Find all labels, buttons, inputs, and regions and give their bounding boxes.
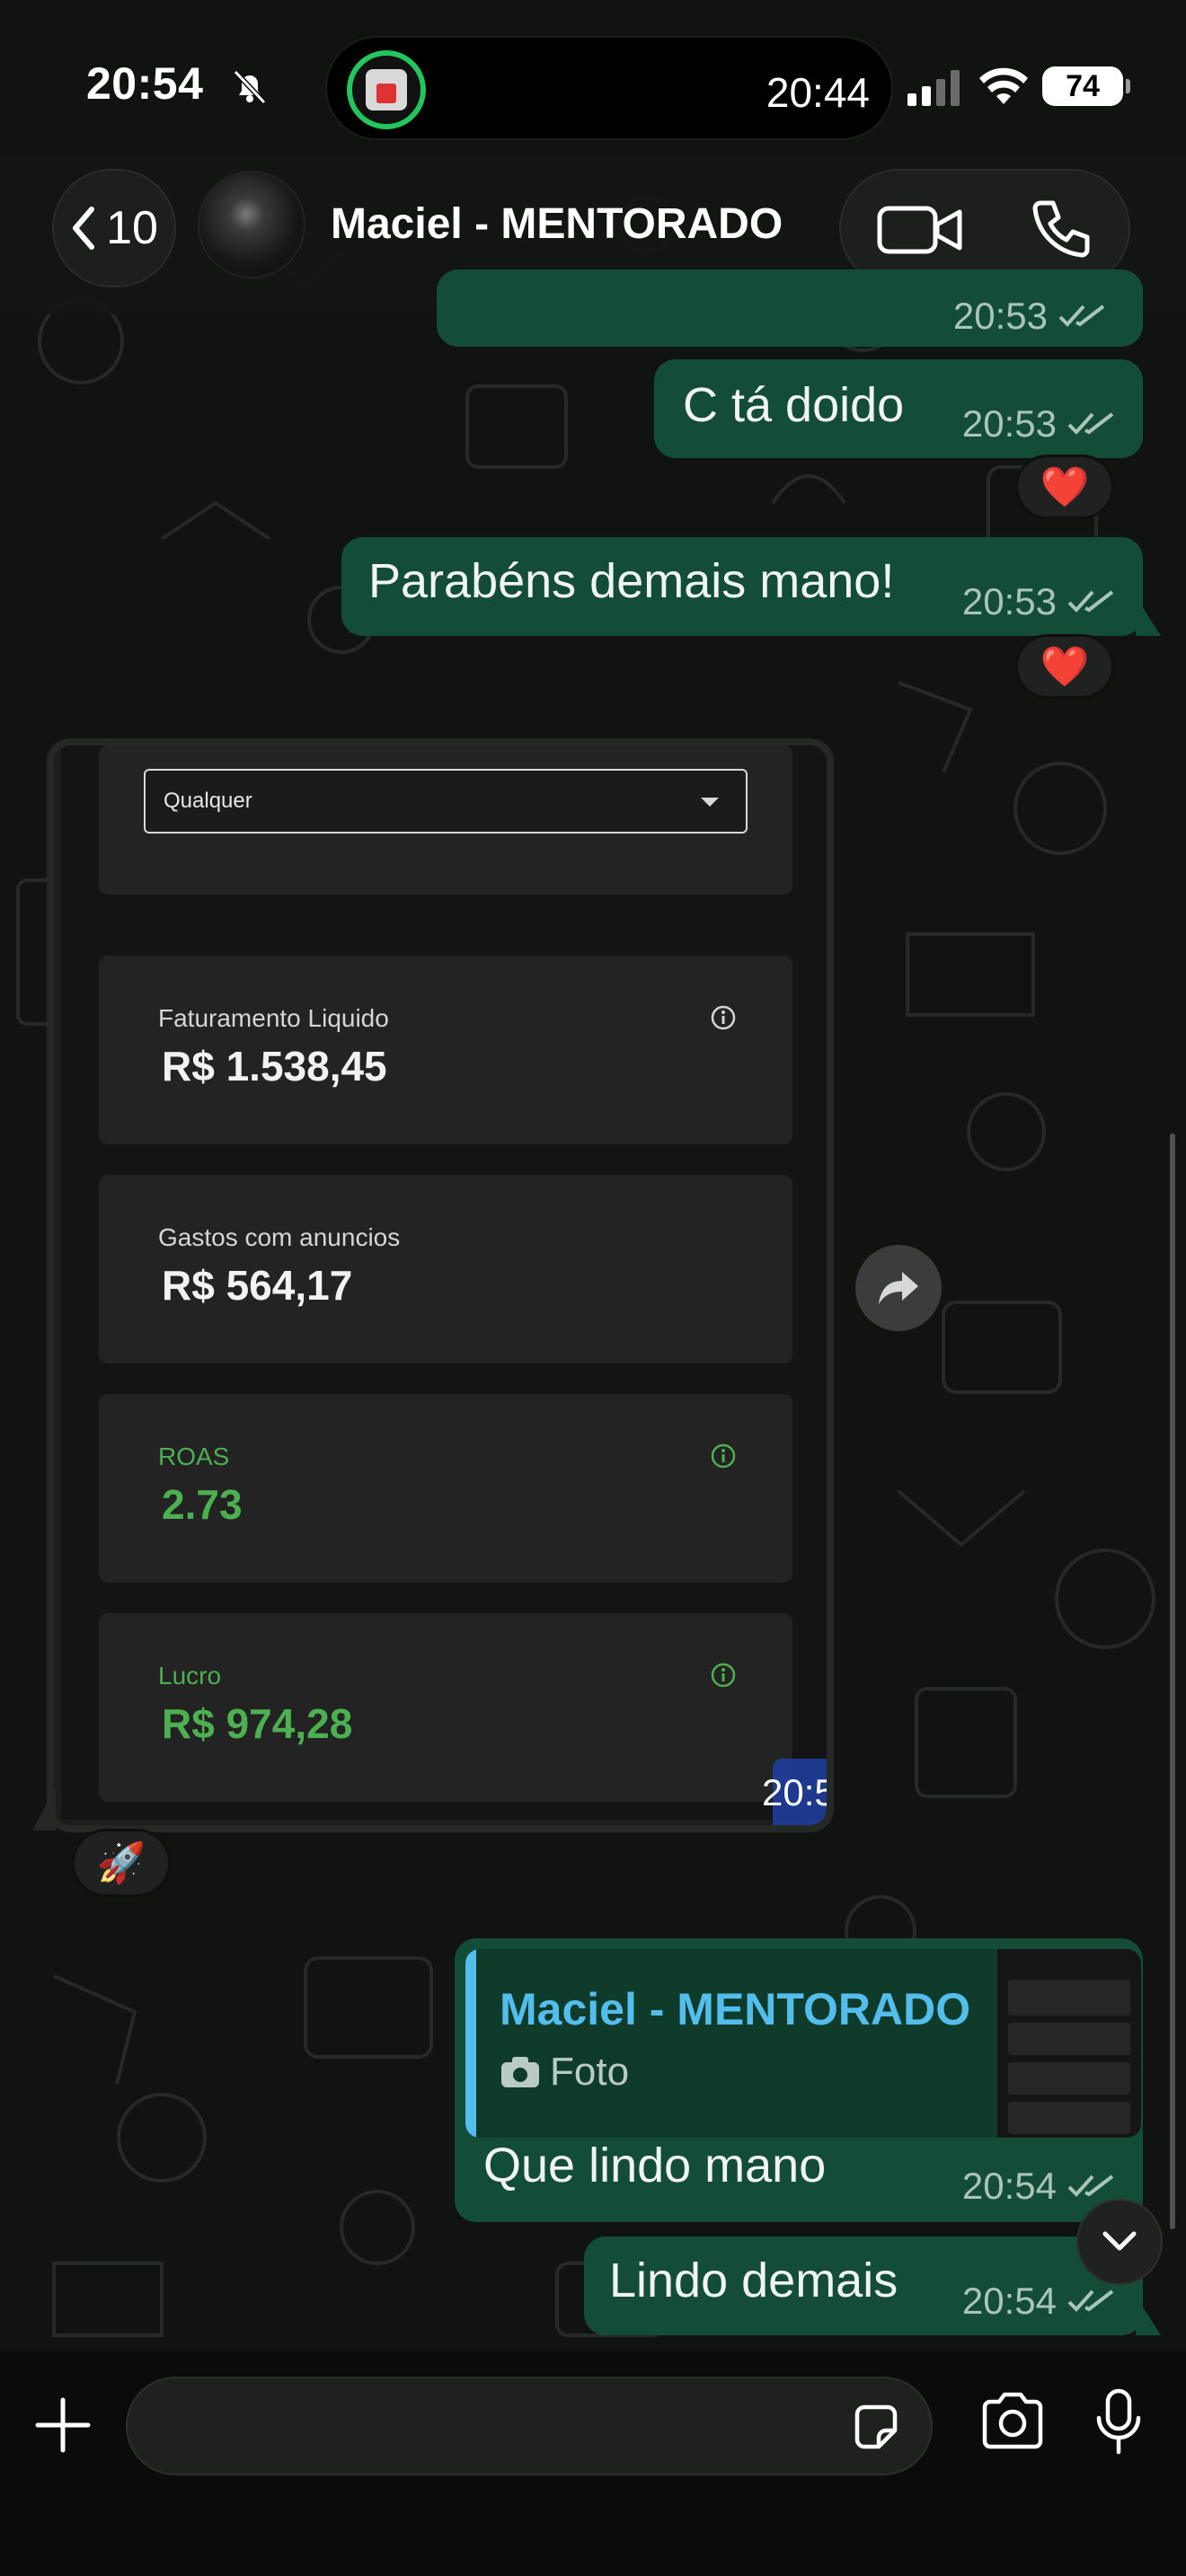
message-reaction[interactable]: ❤️: [1015, 454, 1114, 519]
double-check-icon: [1067, 412, 1114, 435]
battery-indicator: 74: [1042, 66, 1130, 106]
double-check-icon: [1067, 2175, 1114, 2197]
plus-icon[interactable]: [34, 2396, 92, 2454]
metric-label: Lucro: [158, 1662, 222, 1689]
metric-label: Faturamento Liquido: [158, 1004, 389, 1032]
scrollbar[interactable]: [1170, 1134, 1175, 2229]
double-check-icon: [1058, 304, 1105, 327]
status-time: 20:54: [86, 58, 204, 109]
message-time: 20:53: [952, 295, 1048, 337]
scroll-to-bottom-button[interactable]: [1076, 2199, 1163, 2285]
contact-name[interactable]: Maciel - MENTORADO: [331, 199, 783, 249]
message-meta: 20:53: [962, 580, 1116, 623]
microphone-icon[interactable]: [1094, 2387, 1143, 2456]
info-icon: [711, 1663, 736, 1688]
camera-icon[interactable]: [979, 2391, 1046, 2450]
metric-card: Faturamento Liquido R$ 1.538,45: [99, 956, 792, 1144]
message-bubble[interactable]: Lindo demais 20:54: [584, 2236, 1143, 2335]
quote-thumbnail: [997, 1949, 1141, 2138]
message-text: Parabéns demais mano!: [368, 554, 895, 608]
cellular-signal-icon: [907, 70, 960, 106]
island-time: 20:44: [766, 69, 870, 116]
bubble-tail: [1136, 596, 1161, 636]
message-time: 20:54: [961, 2280, 1057, 2322]
metric-card: ROAS 2.73: [99, 1394, 792, 1583]
caret-down-icon: [701, 798, 719, 807]
metric-value: R$ 1.538,45: [162, 1043, 387, 1090]
metric-value: R$ 564,17: [162, 1262, 353, 1309]
period-dropdown: Qualquer: [144, 769, 748, 834]
double-check-icon: [1067, 590, 1114, 613]
message-reaction[interactable]: 🚀: [72, 1829, 171, 1897]
quote-type-label: Foto: [550, 2050, 630, 2094]
metric-label: Gastos com anuncios: [158, 1223, 401, 1251]
thumb-card: [1008, 1980, 1130, 2016]
message-time: 20:53: [961, 580, 1057, 622]
wifi-icon: [979, 67, 1028, 104]
message-text: Que lindo mano: [483, 2139, 827, 2192]
thumb-card: [1008, 2102, 1130, 2134]
metric-card: Gastos com anuncios R$ 564,17: [99, 1175, 792, 1363]
voice-call-icon[interactable]: [1028, 198, 1093, 262]
message-meta: 20:54: [962, 2280, 1116, 2323]
dropdown-value: Qualquer: [164, 789, 252, 813]
message-time: 20:54: [961, 2165, 1057, 2207]
unread-count: 10: [106, 202, 158, 254]
forward-button[interactable]: [855, 1245, 942, 1331]
message-meta: 20:53: [962, 402, 1116, 446]
chevron-down-icon: [1102, 2231, 1137, 2251]
camera-icon: [501, 2057, 539, 2087]
message-bubble[interactable]: C tá doido 20:53: [654, 359, 1143, 458]
message-bubble[interactable]: Parabéns demais mano! 20:53: [341, 537, 1143, 636]
metric-card: Lucro R$ 974,28: [99, 1613, 792, 1802]
quoted-message[interactable]: Maciel - MENTORADO Foto: [465, 1949, 1141, 2138]
message-reaction[interactable]: ❤️: [1015, 634, 1114, 699]
sticker-icon[interactable]: [850, 2402, 902, 2454]
message-time: 20:53: [762, 1771, 834, 1813]
message-text: Lindo demais: [609, 2254, 898, 2307]
metric-value: 2.73: [162, 1481, 243, 1528]
bell-off-icon: [233, 69, 267, 105]
info-icon: [711, 1005, 736, 1030]
contact-avatar[interactable]: [198, 171, 305, 278]
quote-author: Maciel - MENTORADO: [500, 1984, 971, 2034]
filter-card: Qualquer: [99, 745, 792, 895]
message-bubble[interactable]: 20:53: [437, 269, 1143, 347]
forward-arrow-icon: [879, 1272, 918, 1304]
double-check-icon: [1067, 2289, 1114, 2312]
thumb-card: [1008, 2023, 1130, 2055]
message-meta: 20:53: [953, 295, 1107, 338]
message-time: 20:53: [961, 402, 1057, 445]
image-message[interactable]: Qualquer Faturamento Liquido R$ 1.538,45…: [47, 738, 834, 1832]
screenshot-image: Qualquer Faturamento Liquido R$ 1.538,45…: [61, 745, 827, 1825]
chevron-left-icon: [73, 207, 95, 250]
message-meta: 20:54: [962, 2165, 1116, 2208]
message-composer: [0, 2351, 1186, 2576]
thumb-card: [1008, 2062, 1130, 2095]
bubble-tail: [1136, 2296, 1161, 2335]
metric-label: ROAS: [158, 1442, 230, 1470]
quote-bar: [465, 1949, 476, 2138]
status-bar: 20:54 20:44 74: [0, 0, 1186, 171]
info-icon: [711, 1443, 736, 1469]
video-call-icon[interactable]: [877, 203, 963, 257]
message-input[interactable]: [126, 2377, 933, 2475]
back-button[interactable]: 10: [52, 169, 176, 287]
dynamic-island[interactable]: 20:44: [325, 36, 893, 140]
quote-type: Foto: [500, 2050, 629, 2095]
live-activity-app-icon: [347, 50, 426, 129]
message-text: C tá doido: [683, 378, 905, 432]
metric-value: R$ 974,28: [162, 1700, 353, 1747]
message-bubble[interactable]: Maciel - MENTORADO Foto Que lindo mano 2…: [455, 1938, 1143, 2222]
bubble-tail: [32, 1787, 56, 1831]
